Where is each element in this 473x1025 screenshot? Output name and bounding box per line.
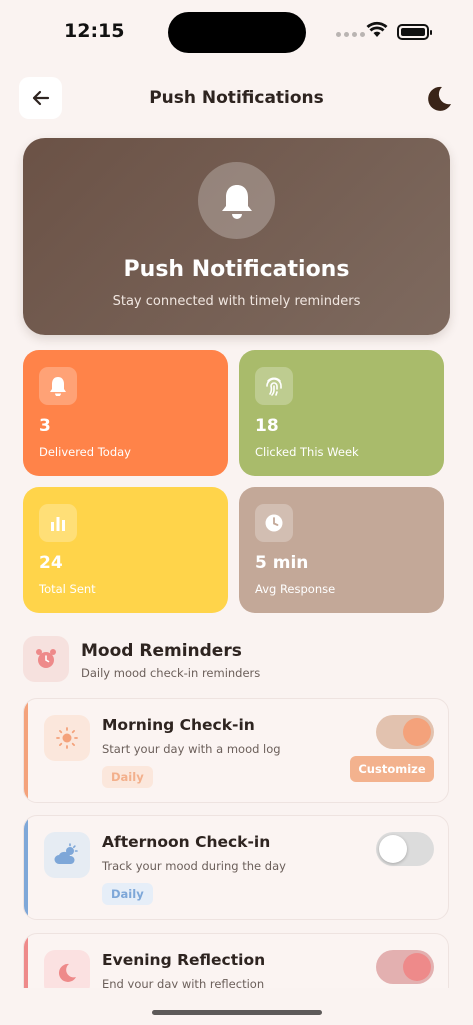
- toggle-knob: [403, 953, 431, 981]
- wifi-icon: [366, 21, 388, 37]
- stat-value: 3: [39, 416, 51, 436]
- hero-title: Push Notifications: [123, 257, 350, 282]
- reminder-subtitle: Track your mood during the day: [102, 859, 286, 873]
- reminder-card-morning[interactable]: Morning Check-in Start your day with a m…: [23, 698, 449, 803]
- home-indicator[interactable]: [152, 1010, 322, 1015]
- customize-button[interactable]: Customize: [350, 756, 434, 782]
- fingerprint-icon: [255, 367, 293, 405]
- bell-icon: [39, 367, 77, 405]
- accent-bar: [24, 816, 28, 919]
- stat-card-delivered: 3 Delivered Today: [23, 350, 228, 476]
- moon-icon: [428, 86, 451, 111]
- frequency-tag: Daily: [102, 883, 153, 905]
- hero-banner: Push Notifications Stay connected with t…: [23, 138, 450, 335]
- alarm-clock-icon: [23, 636, 69, 682]
- stat-label: Clicked This Week: [255, 445, 359, 459]
- toggle-knob: [403, 718, 431, 746]
- status-time: 12:15: [64, 20, 125, 42]
- stat-value: 24: [39, 553, 63, 573]
- frequency-tag: Daily: [102, 766, 153, 788]
- afternoon-toggle[interactable]: [376, 832, 434, 866]
- morning-toggle[interactable]: [376, 715, 434, 749]
- reminder-title: Morning Check-in: [102, 716, 255, 734]
- clock-icon: [255, 504, 293, 542]
- battery-icon: [397, 24, 432, 40]
- reminder-title: Evening Reflection: [102, 951, 266, 969]
- stat-value: 5 min: [255, 553, 309, 573]
- stat-label: Avg Response: [255, 582, 336, 596]
- stat-value: 18: [255, 416, 279, 436]
- dark-mode-button[interactable]: [424, 84, 454, 114]
- stat-label: Delivered Today: [39, 445, 131, 459]
- stat-card-clicked: 18 Clicked This Week: [239, 350, 444, 476]
- cloud-sun-icon: [44, 832, 90, 878]
- bottom-fade: [0, 988, 473, 1025]
- hero-subtitle: Stay connected with timely reminders: [112, 294, 361, 309]
- page-title: Push Notifications: [149, 88, 324, 108]
- stat-card-response: 5 min Avg Response: [239, 487, 444, 613]
- section-subtitle: Daily mood check-in reminders: [81, 666, 261, 680]
- accent-bar: [24, 699, 28, 802]
- reminder-card-afternoon[interactable]: Afternoon Check-in Track your mood durin…: [23, 815, 449, 920]
- toggle-knob: [379, 835, 407, 863]
- reminder-title: Afternoon Check-in: [102, 833, 271, 851]
- dynamic-island: [168, 12, 306, 53]
- sun-icon: [44, 715, 90, 761]
- stat-label: Total Sent: [39, 582, 96, 596]
- reminder-subtitle: Start your day with a mood log: [102, 742, 281, 756]
- section-title: Mood Reminders: [81, 641, 242, 661]
- hero-bell-icon: [198, 162, 275, 239]
- stat-card-total: 24 Total Sent: [23, 487, 228, 613]
- signal-icon: [336, 32, 365, 37]
- bar-chart-icon: [39, 504, 77, 542]
- evening-toggle[interactable]: [376, 950, 434, 984]
- status-bar: 12:15: [0, 0, 473, 60]
